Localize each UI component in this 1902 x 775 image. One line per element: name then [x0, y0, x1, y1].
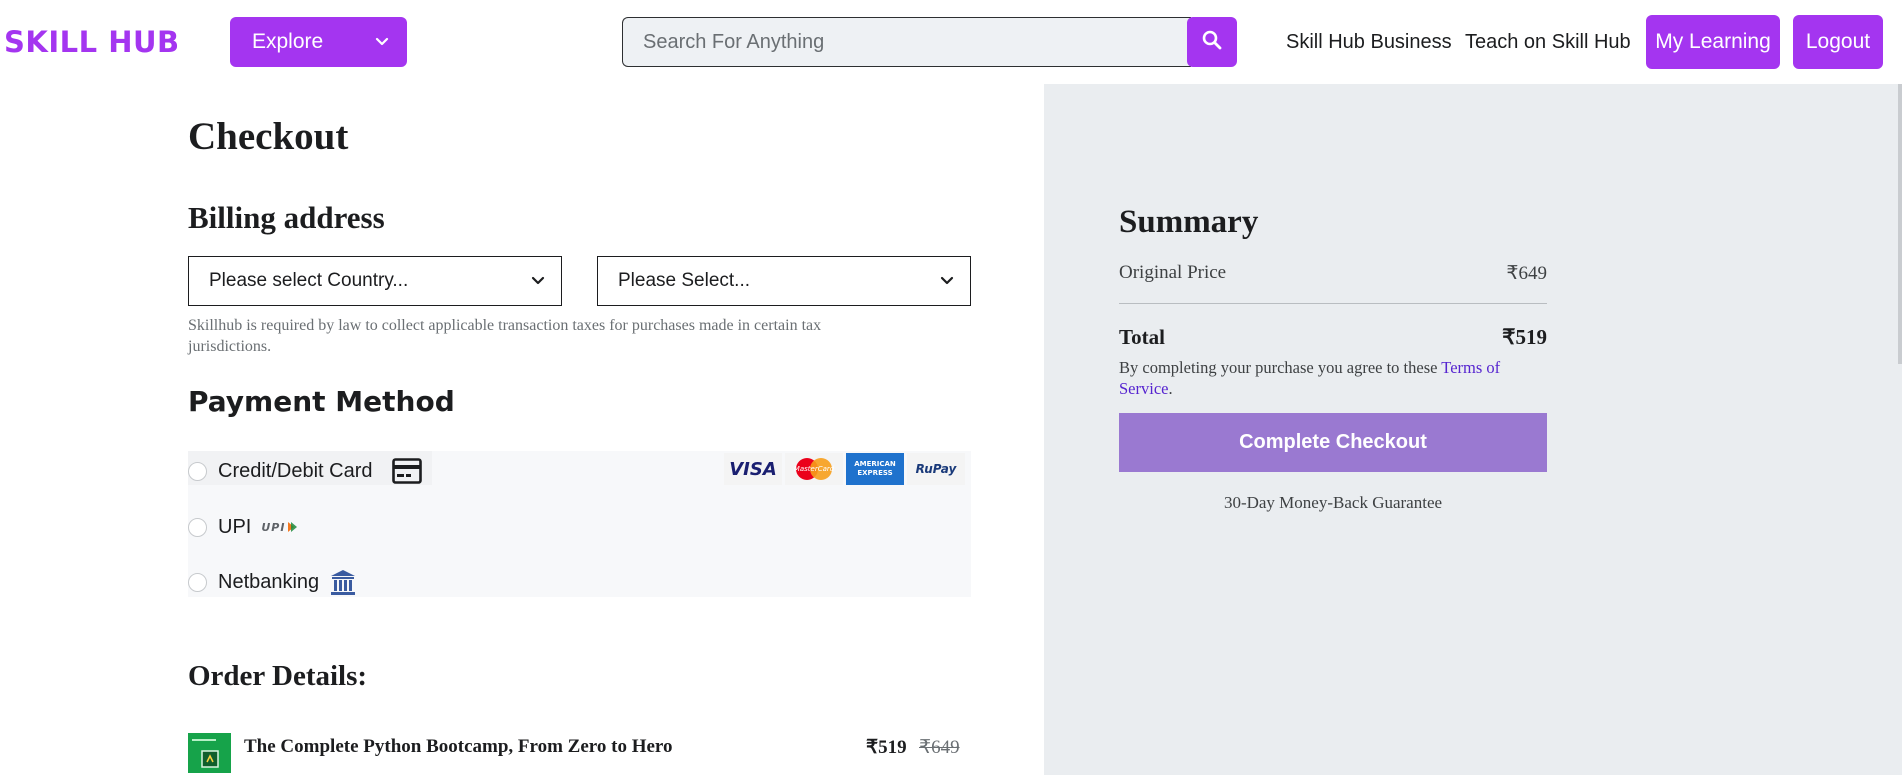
payment-option-upi[interactable]: UPI UPI	[188, 512, 298, 542]
credit-card-icon	[391, 458, 422, 484]
state-select-value: Please Select...	[618, 270, 751, 291]
search-icon	[1202, 30, 1222, 55]
payment-method-heading: Payment Method	[188, 385, 455, 418]
summary-title: Summary	[1119, 204, 1259, 240]
complete-checkout-button[interactable]: Complete Checkout	[1119, 413, 1547, 472]
order-details-heading: Order Details:	[188, 660, 368, 692]
original-price-row: Original Price ₹649	[1119, 262, 1547, 284]
upi-icon: UPI	[261, 521, 298, 534]
search-bar	[622, 17, 1237, 67]
chevron-down-icon	[531, 257, 545, 324]
course-thumbnail	[188, 733, 231, 773]
billing-heading: Billing address	[188, 200, 385, 235]
skill-hub-business-link[interactable]: Skill Hub Business	[1286, 29, 1452, 55]
bank-icon	[329, 568, 357, 596]
total-value: ₹519	[1502, 325, 1547, 349]
page-title: Checkout	[188, 115, 349, 158]
explore-button[interactable]: Explore	[230, 17, 407, 67]
total-row: Total ₹519	[1119, 325, 1547, 350]
scrollbar[interactable]	[1898, 84, 1902, 364]
upi-radio[interactable]	[188, 517, 207, 537]
country-select-value: Please select Country...	[209, 270, 409, 291]
visa-logo: VISA	[724, 453, 782, 485]
upi-label: UPI	[218, 515, 252, 538]
logout-button[interactable]: Logout	[1793, 15, 1883, 69]
netbanking-radio[interactable]	[188, 572, 207, 592]
course-original-price: ₹649	[919, 737, 960, 758]
summary-divider	[1119, 303, 1547, 304]
terms-notice: By completing your purchase you agree to…	[1119, 357, 1547, 399]
payment-option-card[interactable]: Credit/Debit Card	[188, 456, 422, 486]
explore-label: Explore	[252, 30, 324, 53]
chevron-down-icon	[375, 17, 389, 86]
country-select[interactable]: Please select Country...	[188, 256, 562, 306]
teach-on-skill-hub-link[interactable]: Teach on Skill Hub	[1465, 29, 1631, 55]
tax-note: Skillhub is required by law to collect a…	[188, 317, 822, 355]
payment-option-netbanking[interactable]: Netbanking	[188, 567, 357, 597]
amex-logo: AMERICAN EXPRESS	[846, 453, 904, 485]
logo[interactable]: SKILL HUB	[4, 24, 180, 60]
terms-text: By completing your purchase you agree to…	[1119, 358, 1442, 377]
card-brand-logos: VISA MasterCard AMERICAN EXPRESS RuPay	[724, 453, 968, 485]
original-price-value: ₹649	[1506, 263, 1547, 284]
rupay-logo: RuPay	[907, 453, 965, 485]
terms-suffix: .	[1168, 379, 1173, 398]
total-label: Total	[1119, 325, 1165, 349]
order-item: The Complete Python Bootcamp, From Zero …	[188, 733, 971, 773]
course-title[interactable]: The Complete Python Bootcamp, From Zero …	[244, 736, 673, 758]
mastercard-logo: MasterCard	[785, 453, 843, 485]
chevron-down-icon	[940, 257, 954, 324]
search-input[interactable]	[622, 17, 1191, 67]
money-back-guarantee: 30-Day Money-Back Guarantee	[1223, 493, 1443, 512]
course-price: ₹519	[866, 737, 907, 758]
my-learning-button[interactable]: My Learning	[1646, 15, 1780, 69]
search-button[interactable]	[1187, 17, 1237, 67]
state-select[interactable]: Please Select...	[597, 256, 971, 306]
top-header: SKILL HUB Explore Skill Hub Business Tea…	[0, 0, 1902, 84]
card-radio[interactable]	[188, 461, 207, 481]
card-label: Credit/Debit Card	[218, 459, 373, 482]
netbanking-label: Netbanking	[218, 570, 320, 593]
original-price-label: Original Price	[1119, 262, 1227, 283]
